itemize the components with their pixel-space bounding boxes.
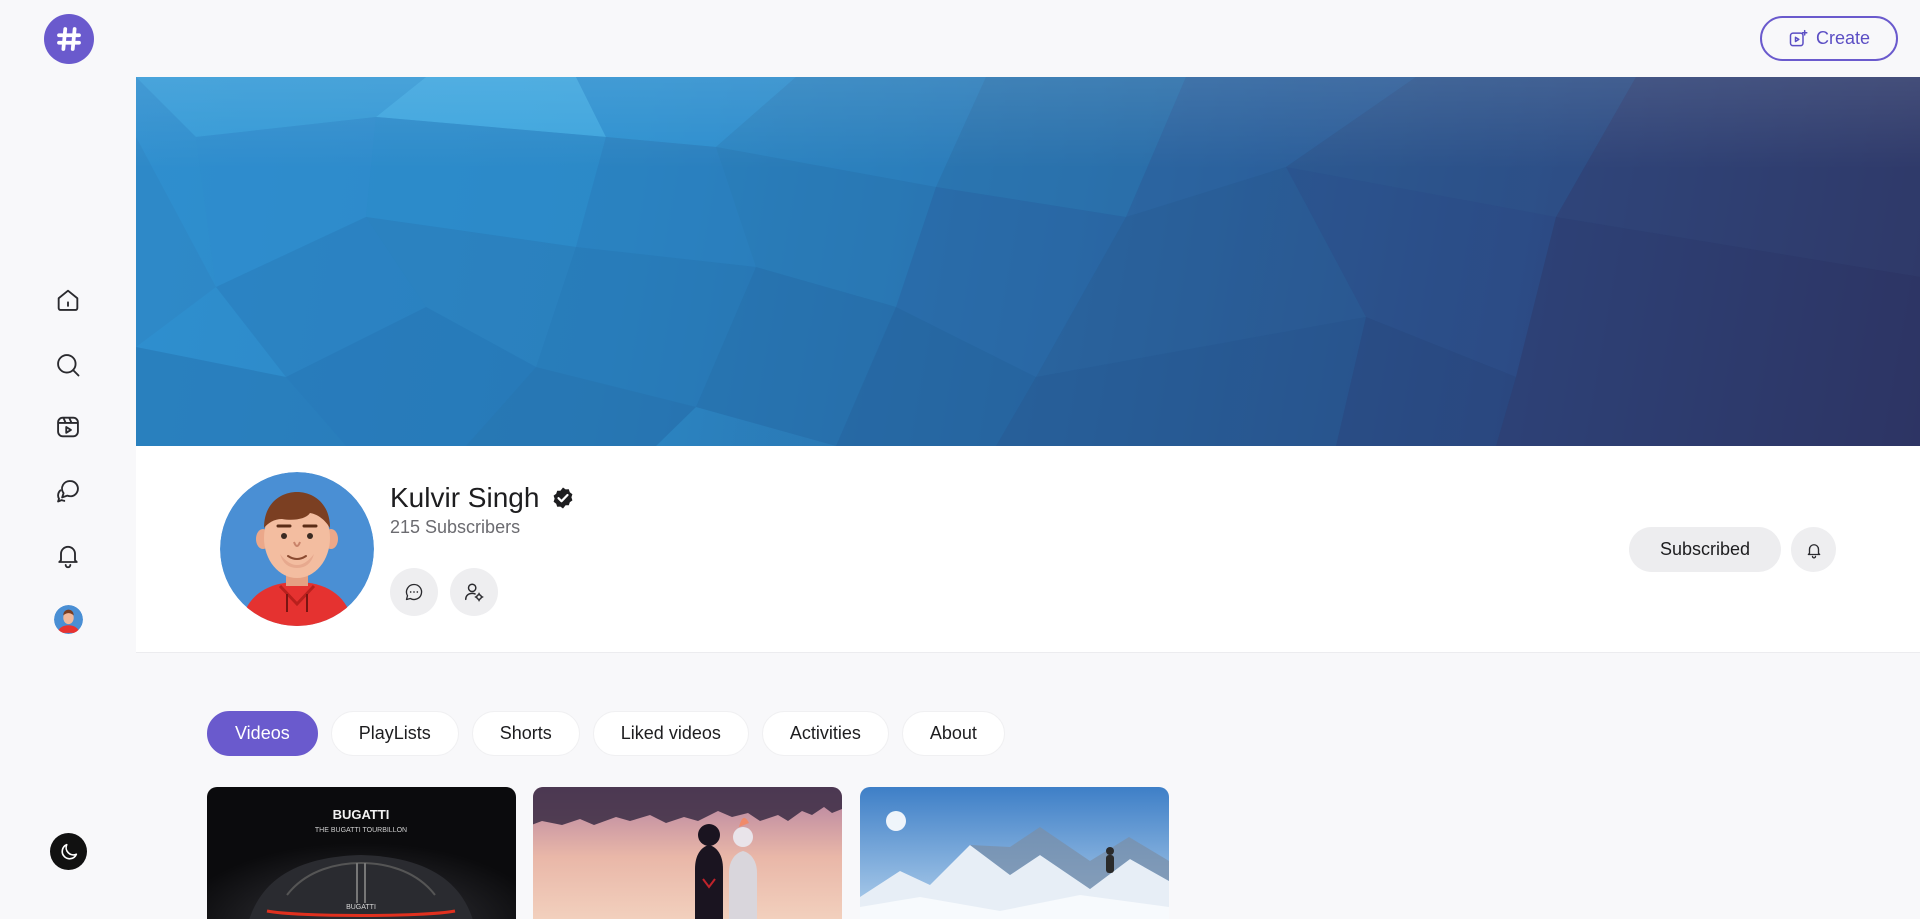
verified-check-icon [554,487,573,509]
user-settings-icon [465,583,484,602]
sidebar-item-home[interactable] [52,284,84,316]
tab-activities[interactable]: Activities [761,711,889,756]
chat-icon [57,480,79,503]
create-button[interactable]: Create [1760,16,1898,61]
thumbnail-badge: BUGATTI [346,904,376,911]
hash-logo-icon [57,27,81,51]
subscriber-count: 215 Subscribers [390,517,521,537]
video-card[interactable]: BUGATTI THE BUGATTI TOURBILLON BUGATTI [207,787,516,919]
message-button[interactable] [390,568,438,616]
subscribed-button[interactable]: Subscribed [1629,527,1781,572]
thumbnail-subtitle: THE BUGATTI TOURBILLON [315,827,407,834]
tab-playlists[interactable]: PlayLists [330,711,459,756]
thumbnail-title: BUGATTI [333,807,390,822]
video-card[interactable] [860,787,1169,919]
channel-title: Kulvir Singh [390,482,575,514]
sidebar-item-notifications[interactable] [52,539,84,571]
user-settings-button[interactable] [450,568,498,616]
app-logo[interactable] [44,14,94,64]
notification-bell-button[interactable] [1791,527,1836,572]
sidebar-item-shorts[interactable] [52,411,84,443]
message-icon [405,583,423,601]
video-thumbnail: BUGATTI THE BUGATTI TOURBILLON BUGATTI [207,787,516,919]
tab-liked-videos[interactable]: Liked videos [592,711,749,756]
channel-header: Kulvir Singh 215 Subscribers Subscribed [136,446,1920,653]
bell-icon [58,545,78,569]
moon-icon [60,843,77,860]
channel-name: Kulvir Singh [390,482,540,513]
channel-tabs: Videos PlayLists Shorts Liked videos Act… [207,711,1005,756]
sidebar [0,0,136,919]
video-thumbnail [533,787,842,919]
tab-about[interactable]: About [901,711,1005,756]
create-video-icon [1789,29,1808,46]
search-icon [57,354,80,377]
tab-videos[interactable]: Videos [207,711,318,756]
channel-avatar[interactable] [220,472,374,626]
channel-banner [136,77,1920,446]
tab-shorts[interactable]: Shorts [471,711,580,756]
video-card[interactable] [533,787,842,919]
sidebar-item-profile-avatar[interactable] [54,605,83,634]
avatar [220,472,374,626]
theme-toggle-button[interactable] [50,833,87,870]
create-button-label: Create [1815,28,1871,48]
bell-icon [1807,543,1820,558]
sidebar-item-chat[interactable] [52,475,84,507]
banner-pattern [136,77,1920,446]
video-thumbnail [860,787,1169,919]
sidebar-item-search[interactable] [52,349,84,381]
shorts-icon [57,416,79,438]
avatar [54,605,83,634]
home-icon [57,289,79,311]
